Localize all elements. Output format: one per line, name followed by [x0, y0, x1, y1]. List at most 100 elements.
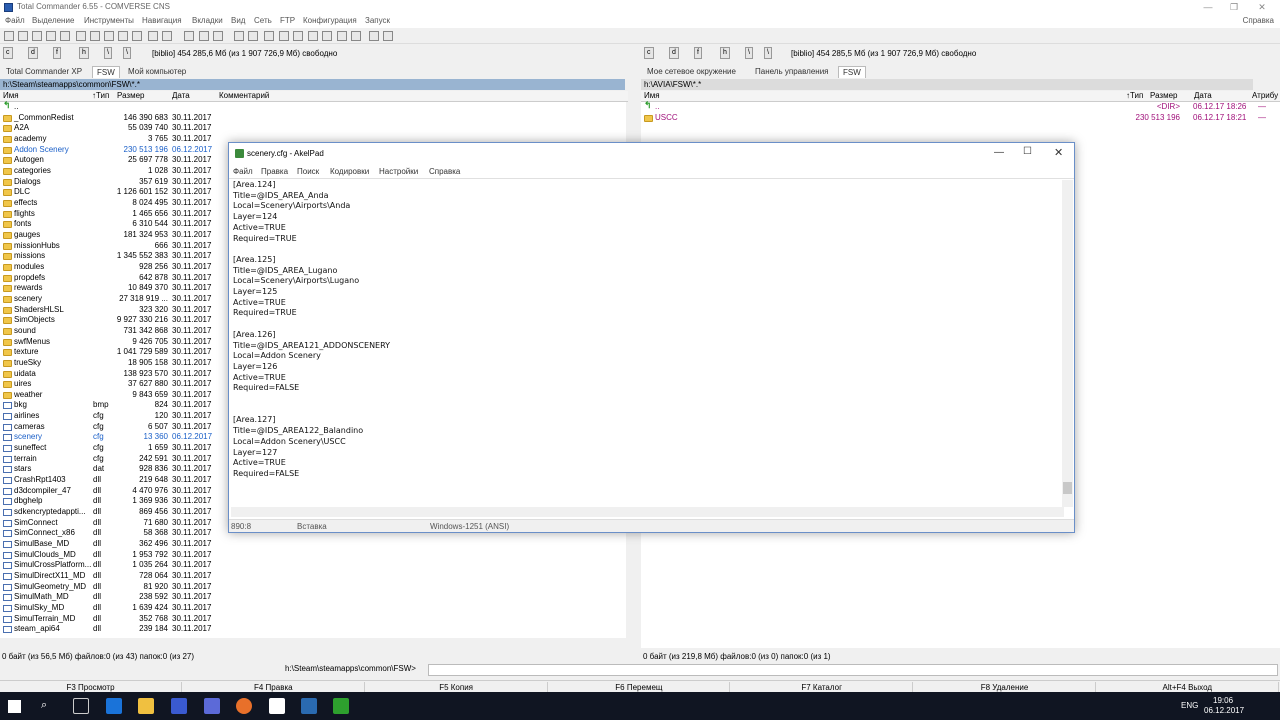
file-row[interactable]: Dialogs 357 619 30.11.2017 — [0, 177, 216, 188]
file-row[interactable]: SimulTerrain_MD dll 352 768 30.11.2017 — [0, 614, 216, 625]
col-size[interactable]: Размер — [117, 91, 145, 101]
drive-button[interactable]: h — [79, 47, 89, 59]
file-row[interactable]: USCC 230 513 196 06.12.17 18:21 — — [641, 113, 1280, 124]
toolbar-button[interactable] — [264, 31, 274, 41]
explorer-icon[interactable] — [138, 698, 154, 714]
toolbar-button[interactable] — [322, 31, 332, 41]
toolbar-button[interactable] — [90, 31, 100, 41]
clock-time[interactable]: 19:06 — [1213, 696, 1233, 705]
file-row[interactable]: stars dat 928 836 30.11.2017 — [0, 464, 216, 475]
file-row[interactable]: SimulCrossPlatform... dll 1 035 264 30.11.2… — [0, 560, 216, 571]
menu-item[interactable]: Вид — [231, 16, 245, 25]
toolbar-button[interactable] — [118, 31, 128, 41]
file-row[interactable]: fonts 6 310 544 30.11.2017 — [0, 219, 216, 230]
firefox-icon[interactable] — [236, 698, 252, 714]
toolbar-button[interactable] — [369, 31, 379, 41]
file-row[interactable]: bkg bmp 824 30.11.2017 — [0, 400, 216, 411]
toolbar-button[interactable] — [184, 31, 194, 41]
mail-icon[interactable] — [269, 698, 285, 714]
drive-button[interactable]: d — [669, 47, 679, 59]
col-date[interactable]: Дата — [172, 91, 190, 101]
tab[interactable]: Панель управления — [751, 66, 833, 78]
menu-item[interactable]: Вкладки — [192, 16, 223, 25]
start-icon[interactable] — [8, 700, 21, 713]
file-row[interactable]: gauges 181 324 953 30.11.2017 — [0, 230, 216, 241]
toolbar-button[interactable] — [308, 31, 318, 41]
akelpad-vscroll[interactable] — [1062, 180, 1073, 507]
toolbar-button[interactable] — [76, 31, 86, 41]
menu-help[interactable]: Справка — [1243, 16, 1274, 25]
drive-button[interactable]: \ — [104, 47, 112, 59]
menu-item[interactable]: Файл — [5, 16, 25, 25]
vscroll-thumb[interactable] — [1063, 482, 1072, 494]
drive-button[interactable]: c — [3, 47, 13, 59]
toolbar-button[interactable] — [234, 31, 244, 41]
toolbar-button[interactable] — [60, 31, 70, 41]
file-row[interactable]: Autogen 25 697 778 30.11.2017 — [0, 155, 216, 166]
cmdline-input[interactable] — [428, 664, 1278, 676]
tab[interactable]: FSW — [838, 66, 866, 78]
menu-item[interactable]: Запуск — [365, 16, 390, 25]
file-row[interactable]: missions 1 345 552 383 30.11.2017 — [0, 251, 216, 262]
menu-item[interactable]: Выделение — [32, 16, 74, 25]
file-row[interactable]: SimConnect_x86 dll 58 368 30.11.2017 — [0, 528, 216, 539]
akelpad-task-icon[interactable] — [333, 698, 349, 714]
menu-item[interactable]: Конфигурация — [303, 16, 357, 25]
toolbar-button[interactable] — [132, 31, 142, 41]
clock-date[interactable]: 06.12.2017 — [1204, 706, 1244, 715]
file-row[interactable]: flights 1 465 656 30.11.2017 — [0, 209, 216, 220]
file-row[interactable]: trueSky 18 905 158 30.11.2017 — [0, 358, 216, 369]
task-view-icon[interactable] — [73, 698, 89, 714]
total-commander-icon[interactable] — [171, 698, 187, 714]
file-row[interactable]: SimObjects 9 927 330 216 30.11.2017 — [0, 315, 216, 326]
search-icon[interactable]: ⌕ — [41, 699, 47, 712]
file-row[interactable]: scenery cfg 13 360 06.12.2017 — [0, 432, 216, 443]
col-ext[interactable]: ↑Тип — [1126, 91, 1143, 101]
file-row[interactable]: A2A 55 039 740 30.11.2017 — [0, 123, 216, 134]
tab[interactable]: FSW — [92, 66, 120, 78]
file-row[interactable]: uires 37 627 880 30.11.2017 — [0, 379, 216, 390]
toolbar-button[interactable] — [199, 31, 209, 41]
col-comment[interactable]: Комментарий — [219, 91, 269, 101]
file-row[interactable]: propdefs 642 878 30.11.2017 — [0, 273, 216, 284]
col-ext[interactable]: ↑Тип — [92, 91, 109, 101]
file-row[interactable]: airlines cfg 120 30.11.2017 — [0, 411, 216, 422]
akel-maximize-button[interactable]: ☐ — [1023, 146, 1032, 157]
drive-button[interactable]: \ — [764, 47, 772, 59]
flight-sim-icon[interactable] — [301, 698, 317, 714]
toolbar-button[interactable] — [279, 31, 289, 41]
toolbar-button[interactable] — [32, 31, 42, 41]
file-row[interactable]: ↰.. — [0, 101, 216, 113]
toolbar-button[interactable] — [46, 31, 56, 41]
file-row[interactable]: SimulSky_MD dll 1 639 424 30.11.2017 — [0, 603, 216, 614]
akelpad-menu-item[interactable]: Кодировки — [330, 167, 369, 176]
file-row[interactable]: dbghelp dll 1 369 936 30.11.2017 — [0, 496, 216, 507]
toolbar-button[interactable] — [293, 31, 303, 41]
file-row[interactable]: d3dcompiler_47 dll 4 470 976 30.11.2017 — [0, 486, 216, 497]
file-row[interactable]: missionHubs 666 30.11.2017 — [0, 241, 216, 252]
toolbar-button[interactable] — [351, 31, 361, 41]
file-row[interactable]: SimulClouds_MD dll 1 953 792 30.11.2017 — [0, 550, 216, 561]
toolbar-button[interactable] — [18, 31, 28, 41]
toolbar-button[interactable] — [104, 31, 114, 41]
file-row[interactable]: sound 731 342 868 30.11.2017 — [0, 326, 216, 337]
drive-button[interactable]: \ — [745, 47, 753, 59]
file-row[interactable]: SimulBase_MD dll 362 496 30.11.2017 — [0, 539, 216, 550]
menu-item[interactable]: Навигация — [142, 16, 182, 25]
akelpad-menu-item[interactable]: Справка — [429, 167, 460, 176]
file-row[interactable]: SimulMath_MD dll 238 592 30.11.2017 — [0, 592, 216, 603]
akelpad-editor[interactable]: [Area.124] Title=@IDS_AREA_Anda Local=Scen… — [231, 180, 1064, 507]
akelpad-menu-item[interactable]: Настройки — [379, 167, 418, 176]
drive-button[interactable]: \ — [123, 47, 131, 59]
file-row[interactable]: sdkencryptedappti... dll 869 456 30.11.2017 — [0, 507, 216, 518]
language-indicator[interactable]: ENG — [1181, 701, 1198, 710]
drive-button[interactable]: f — [53, 47, 61, 59]
tab[interactable]: Мой компьютер — [124, 66, 190, 78]
file-row[interactable]: uidata 138 923 570 30.11.2017 — [0, 369, 216, 380]
file-row[interactable]: ↰.. <DIR> 06.12.17 18:26 — — [641, 101, 1280, 113]
file-row[interactable]: categories 1 028 30.11.2017 — [0, 166, 216, 177]
file-row[interactable]: texture 1 041 729 589 30.11.2017 — [0, 347, 216, 358]
toolbar-button[interactable] — [213, 31, 223, 41]
file-row[interactable]: steam_api64 dll 239 184 30.11.2017 — [0, 624, 216, 635]
akel-minimize-button[interactable]: — — [994, 147, 1004, 158]
